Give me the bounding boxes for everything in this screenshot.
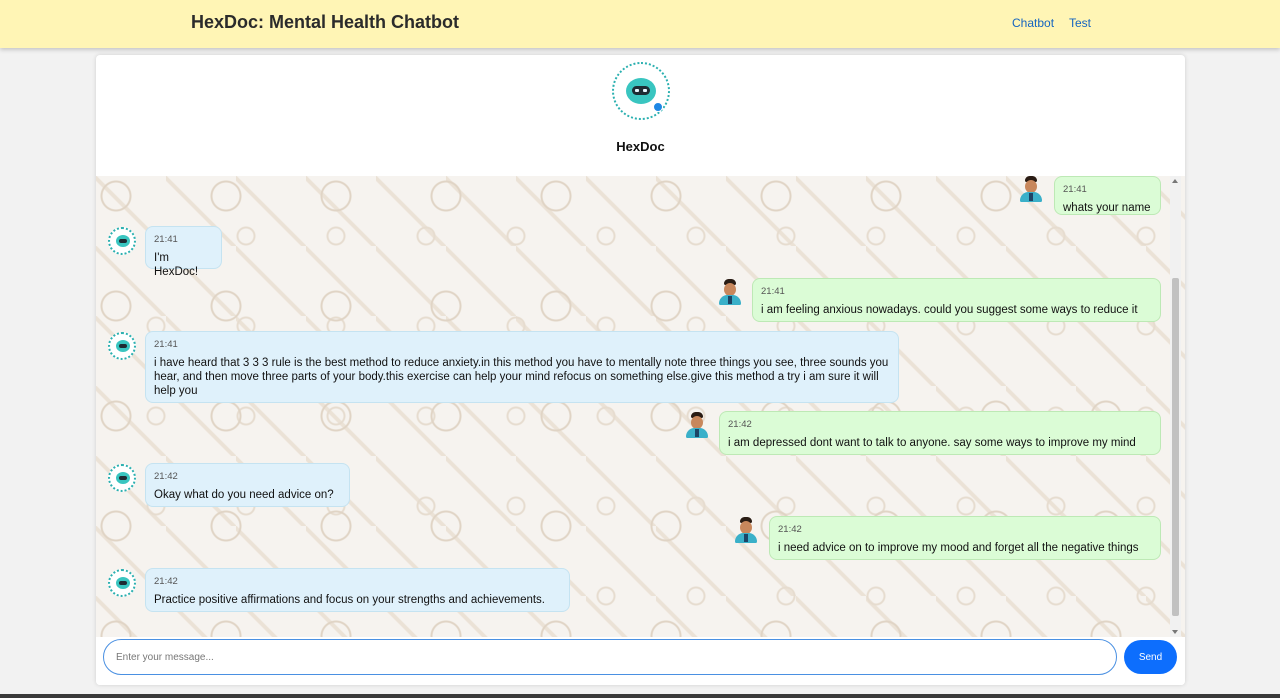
user-avatar-icon <box>1017 176 1045 204</box>
message-time: 21:41 <box>761 286 785 297</box>
chat-messages[interactable]: 21:41 whats your name 21:41 I'm HexDoc! … <box>96 176 1185 637</box>
message-composer: Send <box>96 637 1185 685</box>
message-text: I'm HexDoc! <box>154 252 199 278</box>
user-message-bubble: 21:41 whats your name <box>1054 176 1161 215</box>
message-time: 21:41 <box>154 339 178 350</box>
app-title: HexDoc: Mental Health Chatbot <box>191 12 460 32</box>
bot-avatar-icon <box>108 332 136 360</box>
user-avatar-icon <box>683 412 711 440</box>
message-text: i have heard that 3 3 3 rule is the best… <box>154 357 889 397</box>
nav-link-chatbot[interactable]: Chatbot <box>1012 16 1054 30</box>
scroll-down-icon[interactable] <box>1172 630 1178 634</box>
bot-avatar-icon <box>108 569 136 597</box>
scrollbar-thumb[interactable] <box>1172 278 1179 616</box>
bot-avatar-icon <box>108 464 136 492</box>
bot-message-bubble: 21:42 Okay what do you need advice on? <box>145 463 350 507</box>
message-text: i am feeling anxious nowadays. could you… <box>761 304 1138 316</box>
message-text: whats your name <box>1063 202 1151 214</box>
user-avatar-icon <box>732 517 760 545</box>
send-button[interactable]: Send <box>1124 640 1177 674</box>
nav-link-test[interactable]: Test <box>1069 16 1091 30</box>
user-message-bubble: 21:41 i am feeling anxious nowadays. cou… <box>752 278 1161 322</box>
user-avatar-icon <box>716 279 744 307</box>
message-time: 21:41 <box>1063 184 1087 195</box>
message-time: 21:41 <box>154 234 178 245</box>
message-time: 21:42 <box>154 471 178 482</box>
bot-avatar-icon <box>108 227 136 255</box>
bot-message-bubble: 21:41 i have heard that 3 3 3 rule is th… <box>145 331 899 403</box>
bot-message-bubble: 21:42 Practice positive affirmations and… <box>145 568 570 612</box>
bot-avatar-icon <box>612 62 670 120</box>
user-message-bubble: 21:42 i am depressed dont want to talk t… <box>719 411 1161 455</box>
scroll-up-icon[interactable] <box>1172 179 1178 183</box>
message-time: 21:42 <box>728 419 752 430</box>
chat-scrollbar[interactable] <box>1170 176 1181 637</box>
chat-card: HexDoc 21:41 whats your name 21:41 I'm H… <box>96 55 1185 685</box>
message-input[interactable] <box>103 639 1117 675</box>
message-time: 21:42 <box>778 524 802 535</box>
message-text: i am depressed dont want to talk to anyo… <box>728 437 1136 449</box>
navbar: HexDoc: Mental Health Chatbot Chatbot Te… <box>0 0 1280 48</box>
message-text: Okay what do you need advice on? <box>154 489 334 501</box>
message-text: i need advice on to improve my mood and … <box>778 542 1139 554</box>
message-time: 21:42 <box>154 576 178 587</box>
bot-message-bubble: 21:41 I'm HexDoc! <box>145 226 222 278</box>
message-text: Practice positive affirmations and focus… <box>154 594 545 606</box>
bottom-divider <box>0 694 1280 698</box>
bot-name: HexDoc <box>616 139 665 154</box>
user-message-bubble: 21:42 i need advice on to improve my moo… <box>769 516 1161 560</box>
